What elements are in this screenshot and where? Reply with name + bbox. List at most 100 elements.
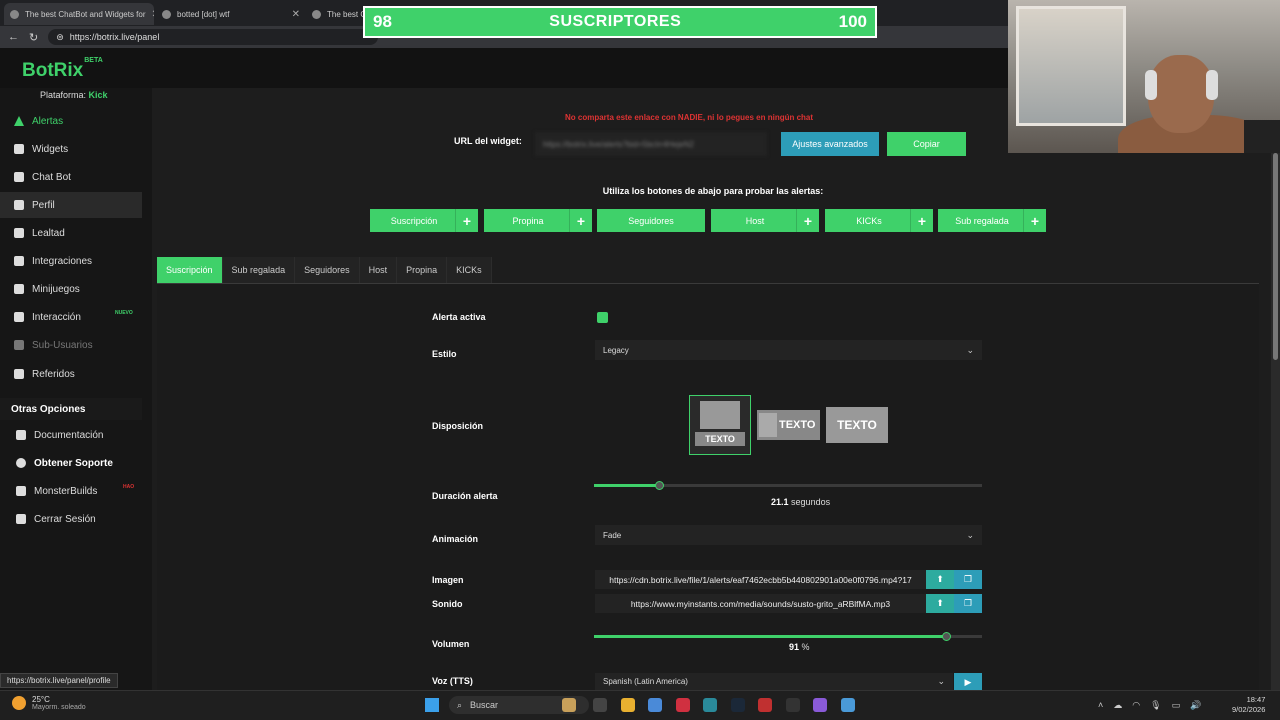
scrollbar-thumb[interactable] (1273, 153, 1278, 360)
close-tab-icon[interactable]: ✕ (152, 9, 154, 20)
plus-icon[interactable]: + (796, 209, 819, 232)
warning-icon (14, 116, 24, 126)
alert-type-tabs: Suscripción Sub regalada Seguidores Host… (157, 257, 492, 283)
upload-image-button[interactable]: ⬆ (926, 570, 954, 589)
image-url-field[interactable]: https://cdn.botrix.live/file/1/alerts/ea… (595, 570, 926, 589)
plus-icon[interactable]: + (1023, 209, 1046, 232)
test-alerts-label: Utiliza los botones de abajo para probar… (602, 186, 824, 196)
copy-button[interactable]: Copiar (887, 132, 966, 156)
image-label: Imagen (432, 575, 464, 585)
tab-sub-regalada[interactable]: Sub regalada (222, 257, 296, 283)
browser-tab-3[interactable]: The best Ch (306, 3, 366, 25)
steam-icon[interactable] (731, 698, 745, 712)
edge-browser-icon[interactable] (703, 698, 717, 712)
gallery-icon: ❐ (963, 598, 973, 608)
taskbar-app-icon[interactable] (676, 698, 690, 712)
sidebar-item-chat-bot[interactable]: Chat Bot (0, 164, 142, 190)
help-icon (16, 458, 26, 468)
browser-tab-2[interactable]: botted [dot] wtf ✕ (156, 3, 306, 25)
test-propina-button[interactable]: Propina + (484, 209, 592, 232)
chevron-up-icon[interactable]: ˄ (1098, 700, 1103, 711)
animation-select[interactable]: Fade ⌄ (595, 525, 982, 545)
advanced-settings-button[interactable]: Ajustes avanzados (781, 132, 879, 156)
sidebar-item-monsterbuilds[interactable]: MonsterBuilds (0, 478, 142, 504)
gallery-icon: ❐ (963, 574, 973, 584)
sidebar-item-lealtad[interactable]: Lealtad (0, 220, 142, 246)
image-placeholder-icon (700, 401, 740, 429)
layout-option-overlay[interactable]: TEXTO (826, 407, 888, 443)
sidebar-item-sub-usuarios[interactable]: Sub-Usuarios (0, 332, 142, 358)
upload-sound-button[interactable]: ⬆ (926, 594, 954, 613)
tab-seguidores[interactable]: Seguidores (295, 257, 360, 283)
mic-icon[interactable]: 🎙 (1150, 700, 1161, 711)
sidebar-item-interaccion[interactable]: Interacción (0, 304, 142, 330)
site-info-icon[interactable]: ⊜ (56, 32, 64, 43)
taskbar-app-icon[interactable] (786, 698, 800, 712)
taskbar-app-icon[interactable] (648, 698, 662, 712)
webcam-feed (1008, 0, 1280, 153)
plus-icon[interactable]: + (569, 209, 592, 232)
slider-handle[interactable] (655, 481, 664, 490)
widget-url-field[interactable]: https://botrix.live/alerts?bid=5bcIrr4He… (535, 132, 767, 156)
subscriber-current: 98 (373, 12, 392, 31)
sound-url-field[interactable]: https://www.myinstants.com/media/sounds/… (595, 594, 926, 613)
volume-slider[interactable] (594, 632, 982, 641)
test-kicks-button[interactable]: KICKs + (825, 209, 933, 232)
taskbar-clock[interactable]: 18:47 9/02/2026 (1232, 695, 1265, 715)
wifi-icon[interactable]: ◠ (1132, 700, 1140, 711)
reload-icon[interactable]: ↻ (29, 31, 38, 44)
windows-start-icon[interactable] (425, 698, 439, 712)
style-select[interactable]: Legacy ⌄ (595, 340, 982, 360)
layout-option-side[interactable]: TEXTO (757, 410, 820, 440)
sidebar-item-cerrar-sesion[interactable]: Cerrar Sesión (0, 506, 142, 532)
test-suscripcion-button[interactable]: Suscripción + (370, 209, 478, 232)
sidebar-item-integraciones[interactable]: Integraciones (0, 248, 142, 274)
windows-taskbar (0, 690, 1280, 720)
url-input[interactable]: ⊜ https://botrix.live/panel (48, 29, 379, 45)
system-tray: ˄ ☁ ◠ 🎙 ▭ 🔊 (1098, 700, 1201, 711)
botrix-logo[interactable]: BotRixBETA (22, 57, 103, 82)
sidebar-item-documentacion[interactable]: Documentación (0, 422, 142, 448)
network-icon[interactable]: ▭ (1172, 700, 1181, 711)
tab-host[interactable]: Host (359, 257, 398, 283)
layout-option-stacked[interactable]: TEXTO (689, 395, 751, 455)
tts-play-button[interactable]: ▶ (954, 673, 982, 691)
sidebar-item-alertas[interactable]: Alertas (0, 108, 142, 134)
tts-label: Voz (TTS) (432, 676, 473, 686)
tts-voice-select[interactable]: Spanish (Latin America) ⌄ (595, 673, 953, 690)
back-arrow-icon[interactable]: ← (8, 31, 19, 43)
taskbar-app-icon[interactable] (841, 698, 855, 712)
sidebar-item-perfil[interactable]: Perfil (0, 192, 142, 218)
gallery-sound-button[interactable]: ❐ (954, 594, 982, 613)
weather-widget[interactable]: 25°C Mayorm. soleado (12, 695, 86, 711)
sidebar-item-minijuegos[interactable]: Minijuegos (0, 276, 142, 302)
browser-tab-1[interactable]: The best ChatBot and Widgets for ✕ (4, 3, 154, 25)
plus-icon[interactable]: + (910, 209, 933, 232)
sidebar-item-widgets[interactable]: Widgets (0, 136, 142, 162)
taskbar-app-icon[interactable] (562, 698, 576, 712)
duration-slider[interactable] (594, 481, 982, 490)
taskbar-app-icon[interactable] (813, 698, 827, 712)
slider-handle[interactable] (942, 632, 951, 641)
id-card-icon (14, 200, 24, 210)
page-scrollbar[interactable] (1271, 153, 1280, 690)
test-host-button[interactable]: Host + (711, 209, 819, 232)
tab-propina[interactable]: Propina (397, 257, 448, 283)
tab-suscripcion[interactable]: Suscripción (157, 257, 223, 283)
test-seguidores-button[interactable]: Seguidores (597, 209, 705, 232)
test-sub-regalada-button[interactable]: Sub regalada + (938, 209, 1046, 232)
tab-kicks[interactable]: KICKs (447, 257, 492, 283)
file-explorer-icon[interactable] (621, 698, 635, 712)
sidebar-item-soporte[interactable]: Obtener Soporte (0, 450, 142, 476)
chevron-down-icon: ⌄ (966, 529, 974, 540)
kick-favicon-icon (10, 9, 19, 19)
alert-active-checkbox[interactable] (597, 312, 608, 323)
gallery-image-button[interactable]: ❐ (954, 570, 982, 589)
taskbar-app-icon[interactable] (758, 698, 772, 712)
sidebar-item-referidos[interactable]: Referidos (0, 361, 142, 387)
cloud-icon[interactable]: ☁ (1113, 700, 1122, 711)
volume-icon[interactable]: 🔊 (1190, 700, 1201, 711)
taskbar-app-icon[interactable] (593, 698, 607, 712)
close-tab-icon[interactable]: ✕ (292, 9, 300, 20)
plus-icon[interactable]: + (455, 209, 478, 232)
